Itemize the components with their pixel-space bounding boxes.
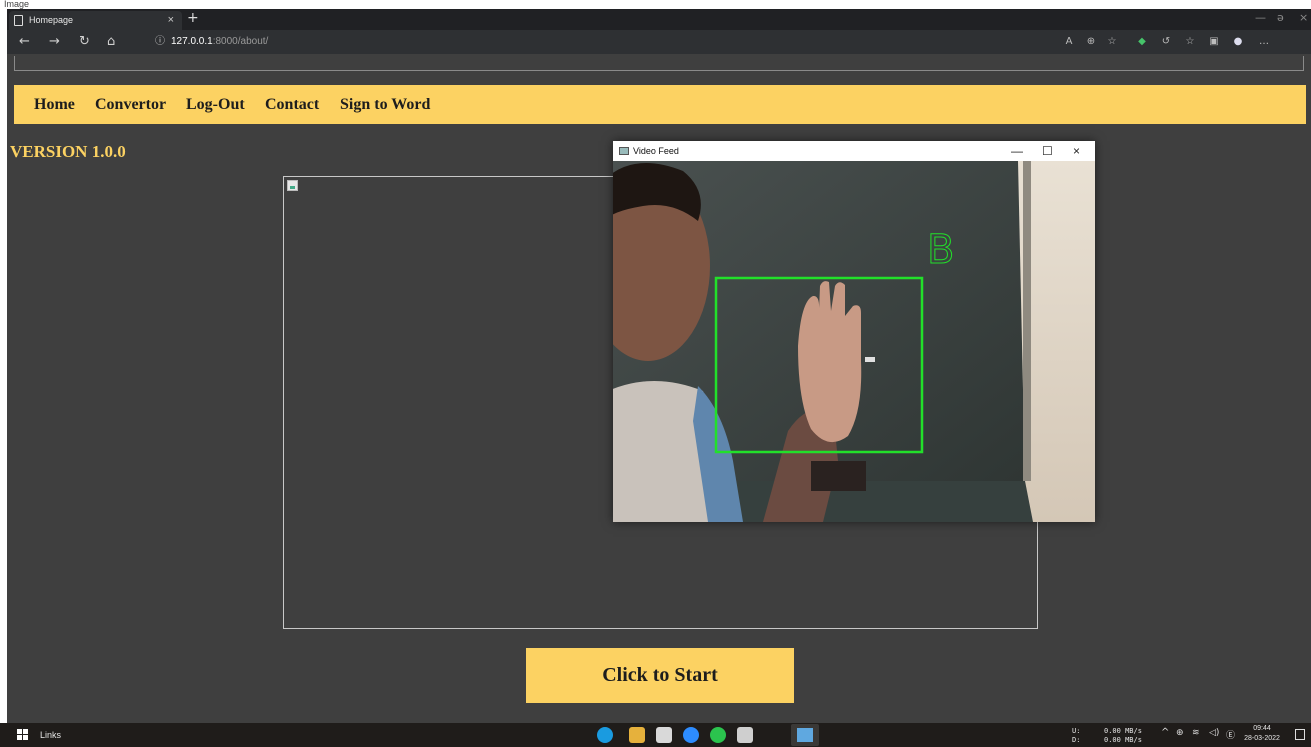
ring: [865, 357, 875, 362]
video-app-icon: [797, 728, 813, 742]
network-icon[interactable]: ⊕: [1176, 728, 1184, 738]
zoom-icon[interactable]: ⊕: [1084, 35, 1098, 49]
window-close-button[interactable]: ×: [1299, 11, 1308, 24]
whatsapp-icon[interactable]: [710, 727, 726, 743]
url-field[interactable]: ⓘ 127.0.0.1:8000/about/: [155, 33, 268, 51]
nav-log-out[interactable]: Log-Out: [186, 85, 245, 124]
video-close-button[interactable]: ×: [1073, 141, 1080, 161]
video-feed-window[interactable]: Video Feed — ☐ × B: [613, 141, 1095, 522]
net-upload-value: 0.00 MB/s: [1104, 727, 1142, 735]
terminal-icon[interactable]: [737, 727, 753, 743]
nav-convertor[interactable]: Convertor: [95, 85, 166, 124]
webcam-frame: B: [613, 161, 1095, 522]
image-caption: Image: [0, 0, 1311, 9]
read-aloud-icon[interactable]: A: [1062, 35, 1076, 49]
profile-icon[interactable]: ●: [1231, 35, 1245, 49]
favorites-list-icon[interactable]: ☆: [1183, 35, 1197, 49]
edge-icon[interactable]: [597, 727, 613, 743]
window-minimize-button[interactable]: —: [1255, 11, 1266, 24]
windows-start-icon[interactable]: [17, 729, 28, 740]
extension-icon[interactable]: ◆: [1135, 35, 1149, 49]
nav-contact[interactable]: Contact: [265, 85, 319, 124]
video-feed-taskbar-item[interactable]: [791, 724, 819, 746]
url-path: :8000/about/: [212, 36, 269, 47]
browser-address-bar: ← → ↻ ⌂ ⓘ 127.0.0.1:8000/about/ A ⊕ ☆ ◆ ↺…: [7, 30, 1311, 54]
back-arrow-icon[interactable]: ←: [19, 33, 30, 51]
header-box: [14, 56, 1304, 71]
url-host: 127.0.0.1: [171, 36, 213, 47]
notifications-icon[interactable]: [1295, 729, 1305, 740]
net-download-label: D:: [1072, 736, 1081, 744]
collections-icon[interactable]: ▣: [1207, 35, 1221, 49]
show-hidden-icons-icon[interactable]: ^: [1161, 727, 1169, 738]
detected-letter: B: [927, 227, 954, 273]
mail-icon[interactable]: [656, 727, 672, 743]
site-info-icon[interactable]: ⓘ: [155, 36, 165, 47]
wifi-icon[interactable]: ≋: [1192, 728, 1200, 738]
net-download-value: 0.00 MB/s: [1104, 736, 1142, 744]
net-upload-label: U:: [1072, 727, 1081, 735]
nav-home[interactable]: Home: [34, 85, 75, 124]
clock-date[interactable]: 28-03-2022: [1238, 735, 1286, 742]
input-language-icon[interactable]: Ⓔ: [1226, 728, 1235, 741]
video-window-title: Video Feed: [633, 146, 679, 156]
board-edge: [1023, 161, 1031, 481]
browser-tab-strip: Homepage × + — ə ×: [7, 9, 1311, 30]
volume-icon[interactable]: ◁): [1209, 728, 1219, 738]
clock-time[interactable]: 09:44: [1242, 725, 1282, 732]
tab-close-icon[interactable]: ×: [168, 11, 174, 30]
click-to-start-button[interactable]: Click to Start: [526, 648, 794, 703]
links-toolbar[interactable]: Links: [40, 723, 61, 747]
refresh-icon[interactable]: ↻: [79, 33, 90, 51]
app-icon: [619, 147, 629, 155]
broken-image-icon: [287, 180, 298, 191]
window-restore-button[interactable]: ə: [1277, 11, 1284, 24]
file-explorer-icon[interactable]: [629, 727, 645, 743]
more-menu-icon[interactable]: …: [1257, 35, 1271, 49]
zoom-app-icon[interactable]: [683, 727, 699, 743]
windows-taskbar: Links U: D: 0.00 MB/s 0.00 MB/s ^ ⊕ ≋ ◁)…: [0, 723, 1311, 747]
browser-tab[interactable]: Homepage ×: [9, 11, 182, 30]
forward-arrow-icon[interactable]: →: [49, 33, 60, 51]
favorite-icon[interactable]: ☆: [1105, 35, 1119, 49]
version-label: VERSION 1.0.0: [10, 142, 126, 161]
site-navbar: Home Convertor Log-Out Contact Sign to W…: [14, 85, 1306, 124]
new-tab-button[interactable]: +: [187, 10, 199, 26]
home-icon[interactable]: ⌂: [107, 33, 115, 51]
video-window-titlebar[interactable]: Video Feed — ☐ ×: [613, 141, 1095, 161]
video-maximize-button[interactable]: ☐: [1042, 141, 1053, 161]
tab-title: Homepage: [29, 15, 74, 25]
nav-sign-to-word[interactable]: Sign to Word: [340, 85, 430, 124]
video-minimize-button[interactable]: —: [1011, 141, 1023, 161]
refresh-extension-icon[interactable]: ↺: [1159, 35, 1173, 49]
page-icon: [14, 15, 23, 26]
wristband: [811, 461, 866, 491]
